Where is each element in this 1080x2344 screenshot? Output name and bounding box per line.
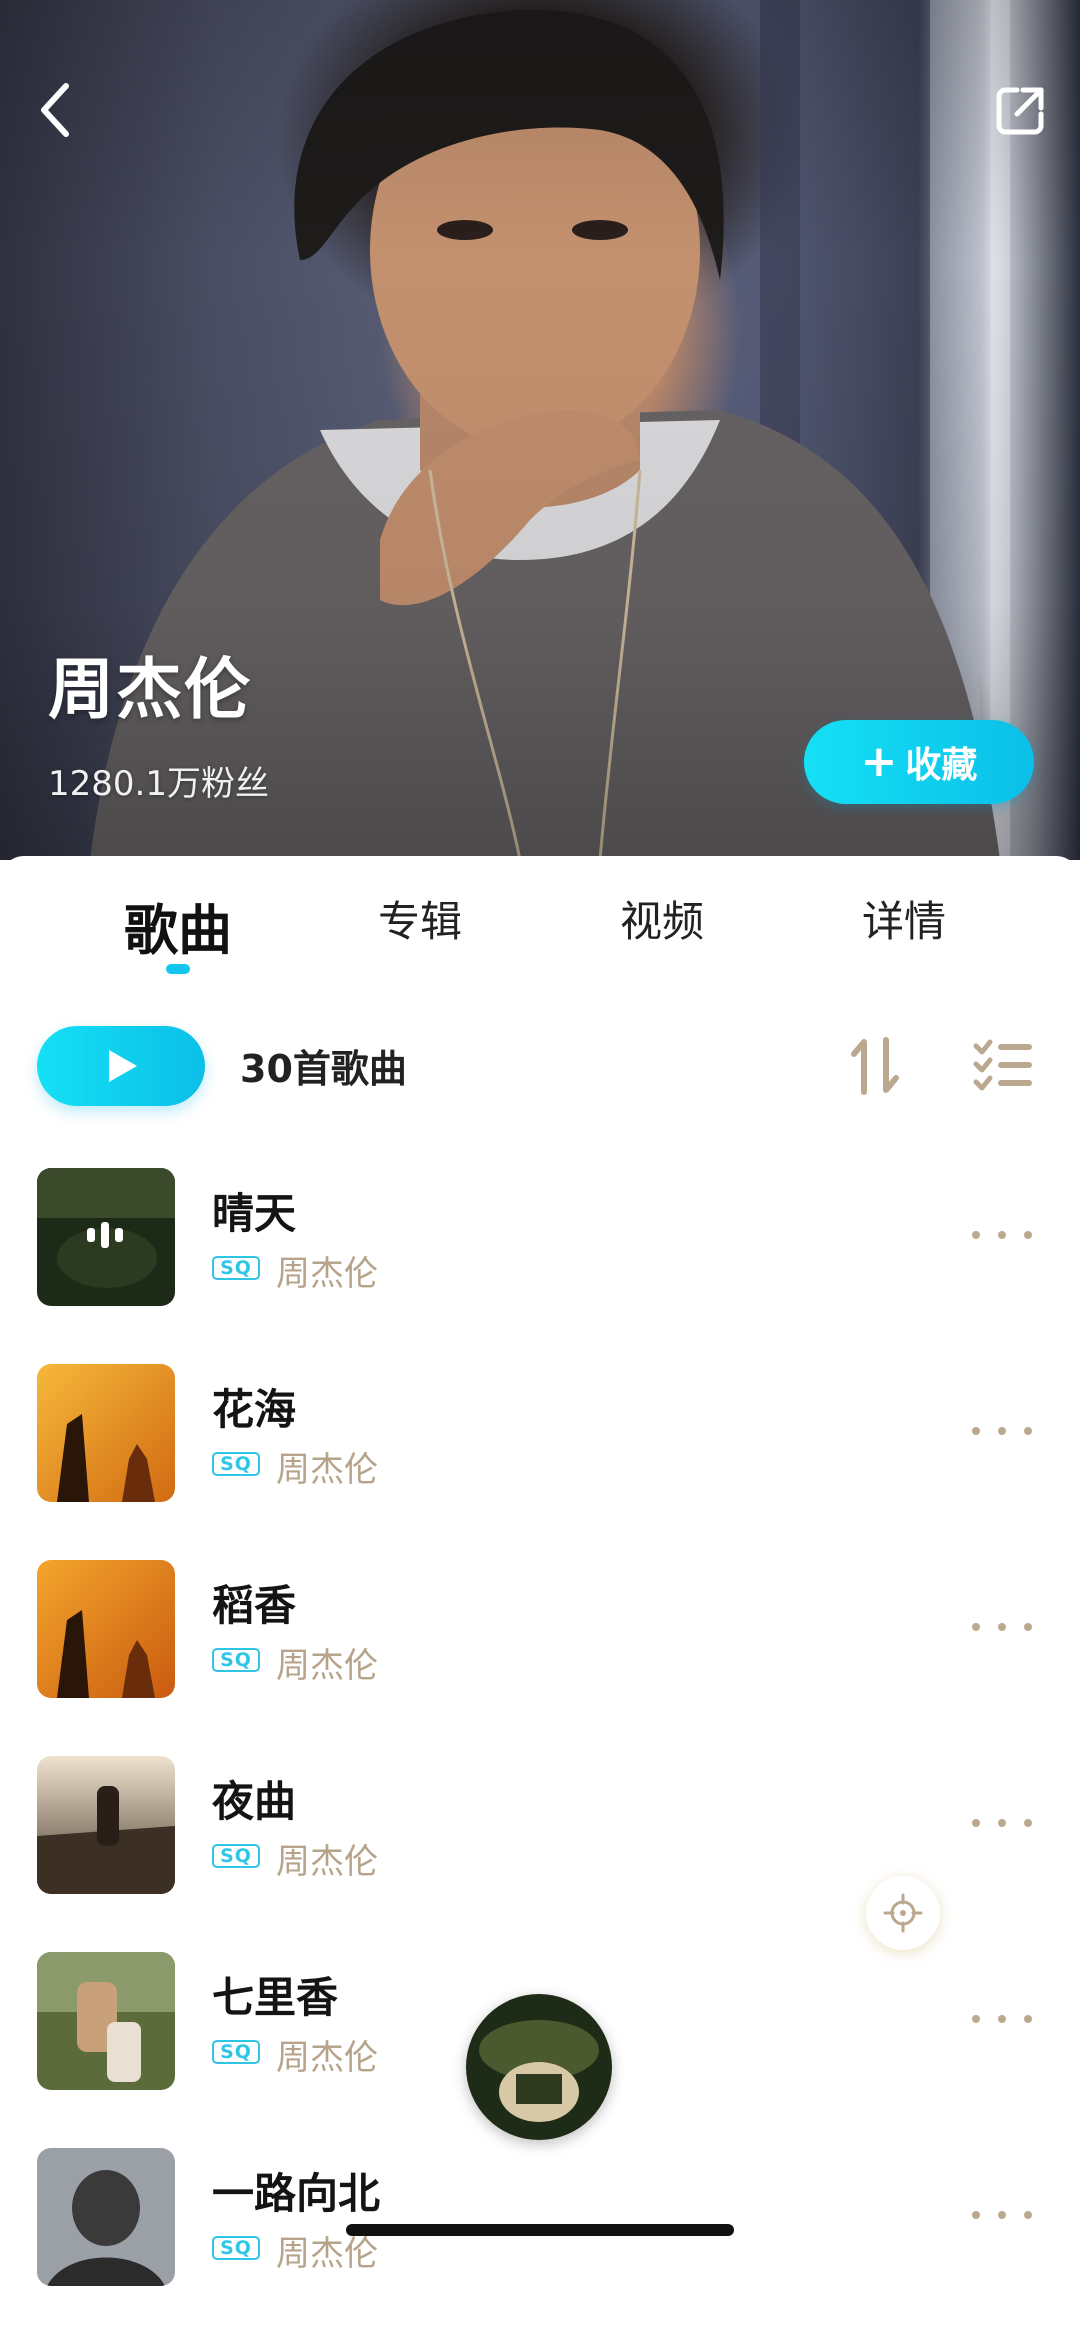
album-cover: [37, 1952, 175, 2090]
sq-badge: SQ: [212, 2040, 260, 2064]
more-options-button[interactable]: [972, 1416, 1032, 1446]
tab-songs[interactable]: 歌曲: [78, 886, 278, 965]
album-cover: [37, 1756, 175, 1894]
song-list: 晴天 SQ 周杰伦 花海 SQ 周杰伦 稻香 SQ 周杰伦 夜曲 SQ 周杰伦 …: [0, 1168, 1080, 2344]
plus-icon: +: [860, 736, 898, 787]
sort-icon: [851, 1037, 899, 1095]
album-cover: [37, 1560, 175, 1698]
more-options-button[interactable]: [972, 1808, 1032, 1838]
song-title: 七里香: [212, 1973, 339, 2022]
tab-videos[interactable]: 视频: [562, 888, 762, 949]
multi-select-icon: [973, 1039, 1032, 1091]
tab-details[interactable]: 详情: [804, 888, 1004, 949]
album-cover: [37, 2148, 175, 2286]
song-artist: 周杰伦: [276, 2038, 378, 2078]
more-options-button[interactable]: [972, 2004, 1032, 2034]
song-row[interactable]: 花海 SQ 周杰伦: [0, 1364, 1080, 1560]
play-icon: [109, 1050, 137, 1082]
sq-badge: SQ: [212, 1648, 260, 1672]
sq-badge: SQ: [212, 2236, 260, 2260]
sq-badge: SQ: [212, 1844, 260, 1868]
tab-indicator: [166, 964, 190, 974]
sq-badge: SQ: [212, 1452, 260, 1476]
album-cover: [37, 1364, 175, 1502]
share-icon: [996, 87, 1044, 135]
album-cover: [37, 1168, 175, 1306]
sq-badge: SQ: [212, 1256, 260, 1280]
song-row[interactable]: 晴天 SQ 周杰伦: [0, 1168, 1080, 1364]
song-title: 一路向北: [212, 2169, 381, 2218]
song-artist: 周杰伦: [276, 1254, 378, 1294]
song-title: 花海: [212, 1385, 297, 1434]
home-indicator[interactable]: [346, 2224, 734, 2236]
song-artist: 周杰伦: [276, 1450, 378, 1490]
back-button[interactable]: [22, 70, 86, 150]
song-row[interactable]: 稻香 SQ 周杰伦: [0, 1560, 1080, 1756]
sort-button[interactable]: [844, 1030, 908, 1100]
song-artist: 周杰伦: [276, 1842, 378, 1882]
multi-select-button[interactable]: [972, 1030, 1036, 1100]
locate-current-song-button[interactable]: [866, 1876, 940, 1950]
tab-albums[interactable]: 专辑: [320, 888, 520, 949]
favorite-label: 收藏: [905, 745, 978, 786]
more-options-button[interactable]: [972, 1612, 1032, 1642]
mini-player-disc[interactable]: [466, 1994, 612, 2140]
artist-name: 周杰伦: [48, 651, 252, 728]
more-options-button[interactable]: [972, 2200, 1032, 2230]
chevron-left-icon: [41, 83, 69, 137]
song-title: 晴天: [212, 1189, 297, 1238]
song-artist: 周杰伦: [276, 1646, 378, 1686]
song-toolbar: 30首歌曲: [0, 1026, 1080, 1116]
artist-hero-banner: 周杰伦 1280.1万粉丝 + 收藏: [0, 0, 1080, 860]
now-playing-cover: [466, 1994, 612, 2140]
tab-bar: 歌曲 专辑 视频 详情: [0, 856, 1080, 986]
song-row[interactable]: 一路向北 SQ 周杰伦: [0, 2148, 1080, 2344]
crosshair-icon: [883, 1893, 923, 1933]
share-button[interactable]: [984, 70, 1058, 150]
play-all-button[interactable]: [37, 1026, 205, 1106]
fan-count: 1280.1万粉丝: [48, 764, 269, 804]
more-options-button[interactable]: [972, 1220, 1032, 1250]
song-count: 30首歌曲: [240, 1047, 407, 1091]
song-title: 夜曲: [212, 1777, 297, 1826]
favorite-button[interactable]: + 收藏: [804, 720, 1034, 804]
song-title: 稻香: [212, 1581, 297, 1630]
